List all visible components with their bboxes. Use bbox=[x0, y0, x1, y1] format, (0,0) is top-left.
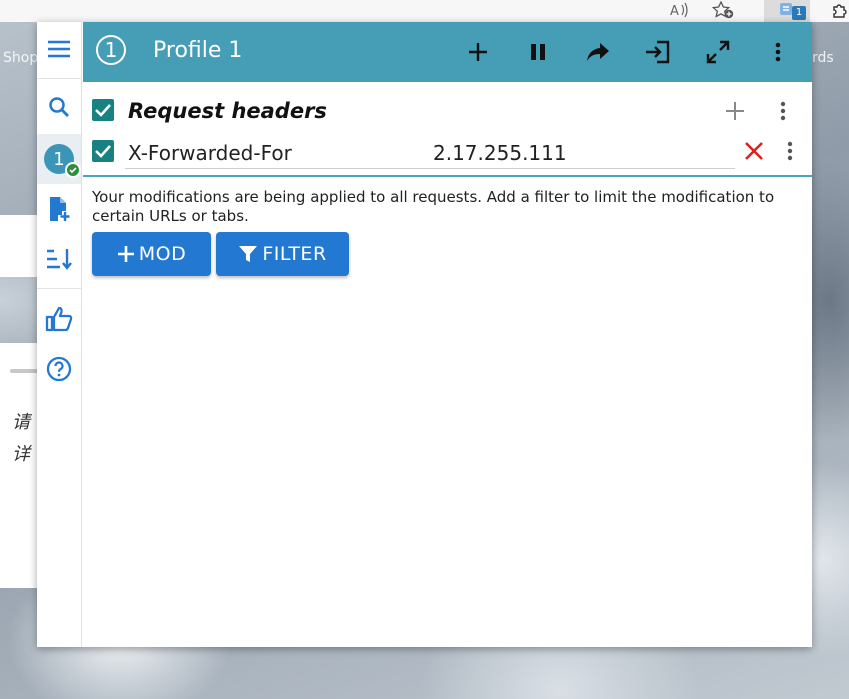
request-headers-checkbox[interactable] bbox=[92, 99, 114, 121]
plus-icon bbox=[117, 246, 134, 262]
read-aloud-icon[interactable]: A bbox=[668, 0, 692, 20]
profile-header: 1 Profile 1 bbox=[83, 22, 812, 82]
field-underline bbox=[125, 168, 735, 169]
extensions-puzzle-icon[interactable] bbox=[828, 0, 849, 20]
add-button[interactable] bbox=[463, 37, 493, 67]
sidebar-divider bbox=[37, 288, 81, 289]
add-mod-label: MOD bbox=[138, 243, 187, 265]
help-button[interactable] bbox=[37, 352, 81, 386]
section-divider bbox=[83, 175, 812, 177]
section-more-button[interactable] bbox=[768, 96, 798, 126]
active-check-icon bbox=[65, 162, 81, 178]
svg-text:A: A bbox=[670, 4, 679, 18]
check-icon bbox=[95, 104, 111, 117]
expand-button[interactable] bbox=[703, 37, 733, 67]
header-row-more-button[interactable] bbox=[775, 136, 805, 166]
check-icon bbox=[95, 145, 111, 158]
share-icon bbox=[587, 43, 609, 61]
header-value-input[interactable]: 2.17.255.111 bbox=[433, 140, 567, 166]
background-text-right: rds bbox=[812, 50, 834, 66]
add-header-button[interactable] bbox=[720, 96, 750, 126]
more-vert-icon bbox=[780, 101, 786, 121]
header-row-checkbox[interactable] bbox=[92, 140, 114, 162]
extension-badge: 1 bbox=[792, 6, 806, 20]
add-filter-button[interactable]: FILTER bbox=[216, 232, 349, 276]
header-name-input[interactable]: X-Forwarded-For bbox=[128, 140, 292, 166]
more-vert-icon bbox=[775, 42, 781, 62]
help-icon bbox=[46, 356, 72, 382]
more-options-button[interactable] bbox=[763, 37, 793, 67]
add-filter-label: FILTER bbox=[262, 243, 327, 265]
search-icon bbox=[49, 97, 69, 117]
plus-icon bbox=[469, 43, 487, 61]
profile-title[interactable]: Profile 1 bbox=[153, 37, 242, 65]
close-icon bbox=[745, 142, 763, 160]
profile-number-badge[interactable]: 1 bbox=[96, 35, 126, 65]
background-cjk-text-2: 详 bbox=[12, 444, 30, 465]
plus-icon bbox=[726, 102, 744, 120]
background-text-left: Shop bbox=[3, 50, 39, 66]
add-favorite-icon[interactable] bbox=[711, 0, 737, 20]
pause-icon bbox=[531, 44, 545, 60]
search-button[interactable] bbox=[37, 90, 81, 124]
rate-button[interactable] bbox=[37, 302, 81, 336]
delete-header-button[interactable] bbox=[739, 136, 769, 166]
header-profile-number: 1 bbox=[104, 38, 118, 62]
login-icon bbox=[646, 40, 670, 64]
file-add-icon bbox=[50, 197, 70, 221]
menu-icon bbox=[48, 40, 70, 58]
sort-icon bbox=[47, 249, 72, 270]
browser-toolbar: A 1 bbox=[0, 0, 849, 22]
profile-number: 1 bbox=[53, 148, 65, 170]
sidebar: 1 bbox=[37, 22, 82, 647]
import-button[interactable] bbox=[643, 37, 673, 67]
pause-button[interactable] bbox=[523, 37, 553, 67]
menu-button[interactable] bbox=[37, 32, 81, 66]
section-title: Request headers bbox=[128, 99, 327, 123]
sidebar-item-profile-1[interactable]: 1 bbox=[37, 134, 81, 184]
filter-icon bbox=[239, 246, 258, 262]
share-button[interactable] bbox=[583, 37, 613, 67]
thumbs-up-icon bbox=[45, 306, 73, 332]
profile-avatar: 1 bbox=[44, 144, 81, 178]
info-message: Your modifications are being applied to … bbox=[92, 188, 775, 225]
add-mod-button[interactable]: MOD bbox=[92, 232, 211, 276]
add-profile-button[interactable] bbox=[37, 192, 81, 226]
more-vert-icon bbox=[787, 141, 793, 161]
sidebar-divider bbox=[37, 78, 81, 79]
expand-icon bbox=[706, 40, 730, 64]
background-divider bbox=[10, 369, 40, 373]
sort-button[interactable] bbox=[37, 242, 81, 276]
extension-popup: 1 1 Profile 1 Request headers X-Forwarde… bbox=[37, 22, 812, 647]
background-cjk-text-1: 请 bbox=[12, 412, 30, 433]
